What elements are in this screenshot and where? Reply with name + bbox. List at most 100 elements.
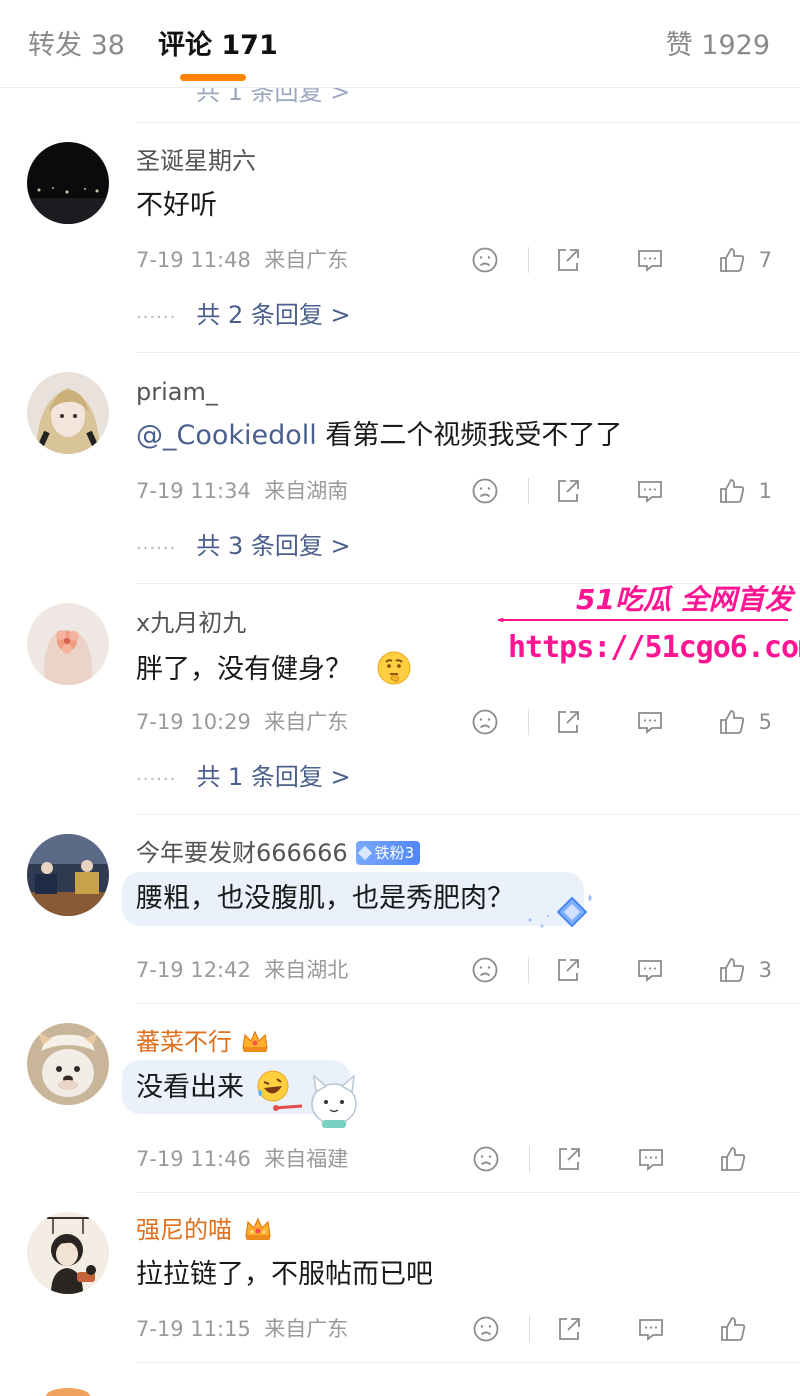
like-button[interactable]: 7 xyxy=(717,245,772,275)
comment-time: 7-19 10:29 xyxy=(136,710,251,734)
comment-body: 看第二个视频我受不了了 xyxy=(316,420,623,451)
thinking-emoji-icon xyxy=(377,651,411,685)
avatar[interactable] xyxy=(27,834,109,916)
mention-link[interactable]: @_Cookiedoll xyxy=(136,420,317,451)
divider xyxy=(136,1192,800,1193)
comment-time: 7-19 12:42 xyxy=(136,958,251,982)
comment-text: 不好听 xyxy=(136,190,217,221)
comment-location: 来自广东 xyxy=(264,1317,349,1341)
comment-actions: 5 xyxy=(470,705,772,739)
comment-icon[interactable] xyxy=(635,955,665,985)
replies-link[interactable]: ······ 共 2 条回复 > xyxy=(136,300,351,333)
avatar[interactable] xyxy=(27,603,109,685)
avatar[interactable] xyxy=(27,1212,109,1294)
dislike-icon[interactable] xyxy=(471,1144,501,1174)
divider xyxy=(136,1362,800,1363)
avatar[interactable] xyxy=(27,142,109,224)
share-icon[interactable] xyxy=(553,707,583,737)
share-icon[interactable] xyxy=(554,1314,584,1344)
share-icon[interactable] xyxy=(553,476,583,506)
username[interactable]: 强尼的喵 xyxy=(136,1215,276,1245)
comment-meta: 7-19 11:34 来自湖南 xyxy=(136,477,348,505)
like-count: 5 xyxy=(758,710,772,734)
comment-actions: 1 xyxy=(470,474,772,508)
comment-icon[interactable] xyxy=(635,245,665,275)
replies-count: 共 1 条回复 > xyxy=(196,763,351,791)
crown-icon xyxy=(245,1217,271,1240)
diamond-icon xyxy=(357,845,372,861)
like-button[interactable]: 3 xyxy=(717,955,772,985)
dislike-icon[interactable] xyxy=(471,1314,501,1344)
thumbs-up-icon xyxy=(721,1147,746,1171)
active-tab-indicator xyxy=(180,74,246,81)
divider xyxy=(136,352,800,353)
comment-text: 胖了，没有健身？ xyxy=(136,649,413,689)
dislike-icon[interactable] xyxy=(470,245,500,275)
divider xyxy=(527,247,529,273)
username[interactable]: priam_ xyxy=(136,377,218,407)
divider xyxy=(527,957,529,983)
comment-location: 来自广东 xyxy=(264,710,349,734)
comment-meta: 7-19 12:42 来自湖北 xyxy=(136,956,348,984)
fan-badge-label: 铁粉3 xyxy=(374,844,415,862)
tab-repost[interactable]: 转发 38 xyxy=(28,28,125,64)
comment-text: 拉拉链了，不服帖而已吧 xyxy=(136,1259,433,1290)
avatar[interactable] xyxy=(27,372,109,454)
like-count: 3 xyxy=(758,958,772,982)
comment-actions xyxy=(471,1312,772,1346)
watermark-url: https://51cgo6.com xyxy=(508,630,800,665)
comment-body: 胖了，没有健身？ xyxy=(136,654,352,685)
divider xyxy=(136,1003,800,1004)
like-button[interactable] xyxy=(718,1314,772,1344)
tab-bar: 转发 38 评论 171 赞 1929 xyxy=(0,0,800,88)
replies-count: 共 2 条回复 > xyxy=(196,301,351,329)
divider xyxy=(529,1146,530,1172)
replies-count: 共 3 条回复 > xyxy=(196,532,351,560)
crown-icon xyxy=(242,1030,268,1052)
dislike-icon[interactable] xyxy=(470,955,500,985)
comment-actions: 7 xyxy=(470,243,772,277)
divider xyxy=(136,814,800,815)
username-text: 今年要发财666666 xyxy=(136,839,348,867)
avatar[interactable] xyxy=(27,1023,109,1105)
username[interactable]: 蕃菜不行 xyxy=(136,1027,270,1057)
comment-time: 7-19 11:15 xyxy=(136,1317,251,1341)
thumbs-up-icon xyxy=(719,958,744,982)
watermark-line xyxy=(498,618,788,622)
comment-time: 7-19 11:46 xyxy=(136,1147,251,1171)
dislike-icon[interactable] xyxy=(470,707,500,737)
comment-location: 来自湖南 xyxy=(264,479,349,503)
thumbs-up-icon xyxy=(719,479,744,503)
comment-actions xyxy=(471,1142,772,1176)
comment-icon[interactable] xyxy=(635,707,665,737)
share-icon[interactable] xyxy=(553,955,583,985)
comment-location: 来自广东 xyxy=(264,248,349,272)
replies-link[interactable]: ······ 共 3 条回复 > xyxy=(136,531,351,564)
diamond-sticker-icon xyxy=(528,894,592,928)
watermark-brand: 51吃瓜 全网首发 xyxy=(576,583,793,616)
username-text: 蕃菜不行 xyxy=(136,1028,232,1056)
like-button[interactable]: 1 xyxy=(717,476,772,506)
comment-location: 来自福建 xyxy=(264,1147,349,1171)
dislike-icon[interactable] xyxy=(470,476,500,506)
tab-like[interactable]: 赞 1929 xyxy=(666,28,770,64)
comment-icon[interactable] xyxy=(635,476,665,506)
username[interactable]: 圣诞星期六 xyxy=(136,146,256,176)
comment-location: 来自湖北 xyxy=(264,958,349,982)
divider xyxy=(527,709,529,735)
cat-sticker-icon xyxy=(273,1074,357,1128)
comment-icon[interactable] xyxy=(636,1144,666,1174)
thumbs-up-icon xyxy=(721,1317,746,1341)
replies-link[interactable]: ······ 共 1 条回复 > xyxy=(136,762,351,795)
username[interactable]: x九月初九 xyxy=(136,608,246,638)
comment-time: 7-19 11:34 xyxy=(136,479,251,503)
share-icon[interactable] xyxy=(554,1144,584,1174)
username[interactable]: 今年要发财666666 铁粉3 xyxy=(136,838,421,868)
divider xyxy=(529,1316,530,1342)
comment-meta: 7-19 10:29 来自广东 xyxy=(136,708,348,736)
comment-icon[interactable] xyxy=(636,1314,666,1344)
share-icon[interactable] xyxy=(553,245,583,275)
like-button[interactable]: 5 xyxy=(717,707,772,737)
like-button[interactable] xyxy=(718,1144,772,1174)
like-count: 7 xyxy=(758,248,772,272)
